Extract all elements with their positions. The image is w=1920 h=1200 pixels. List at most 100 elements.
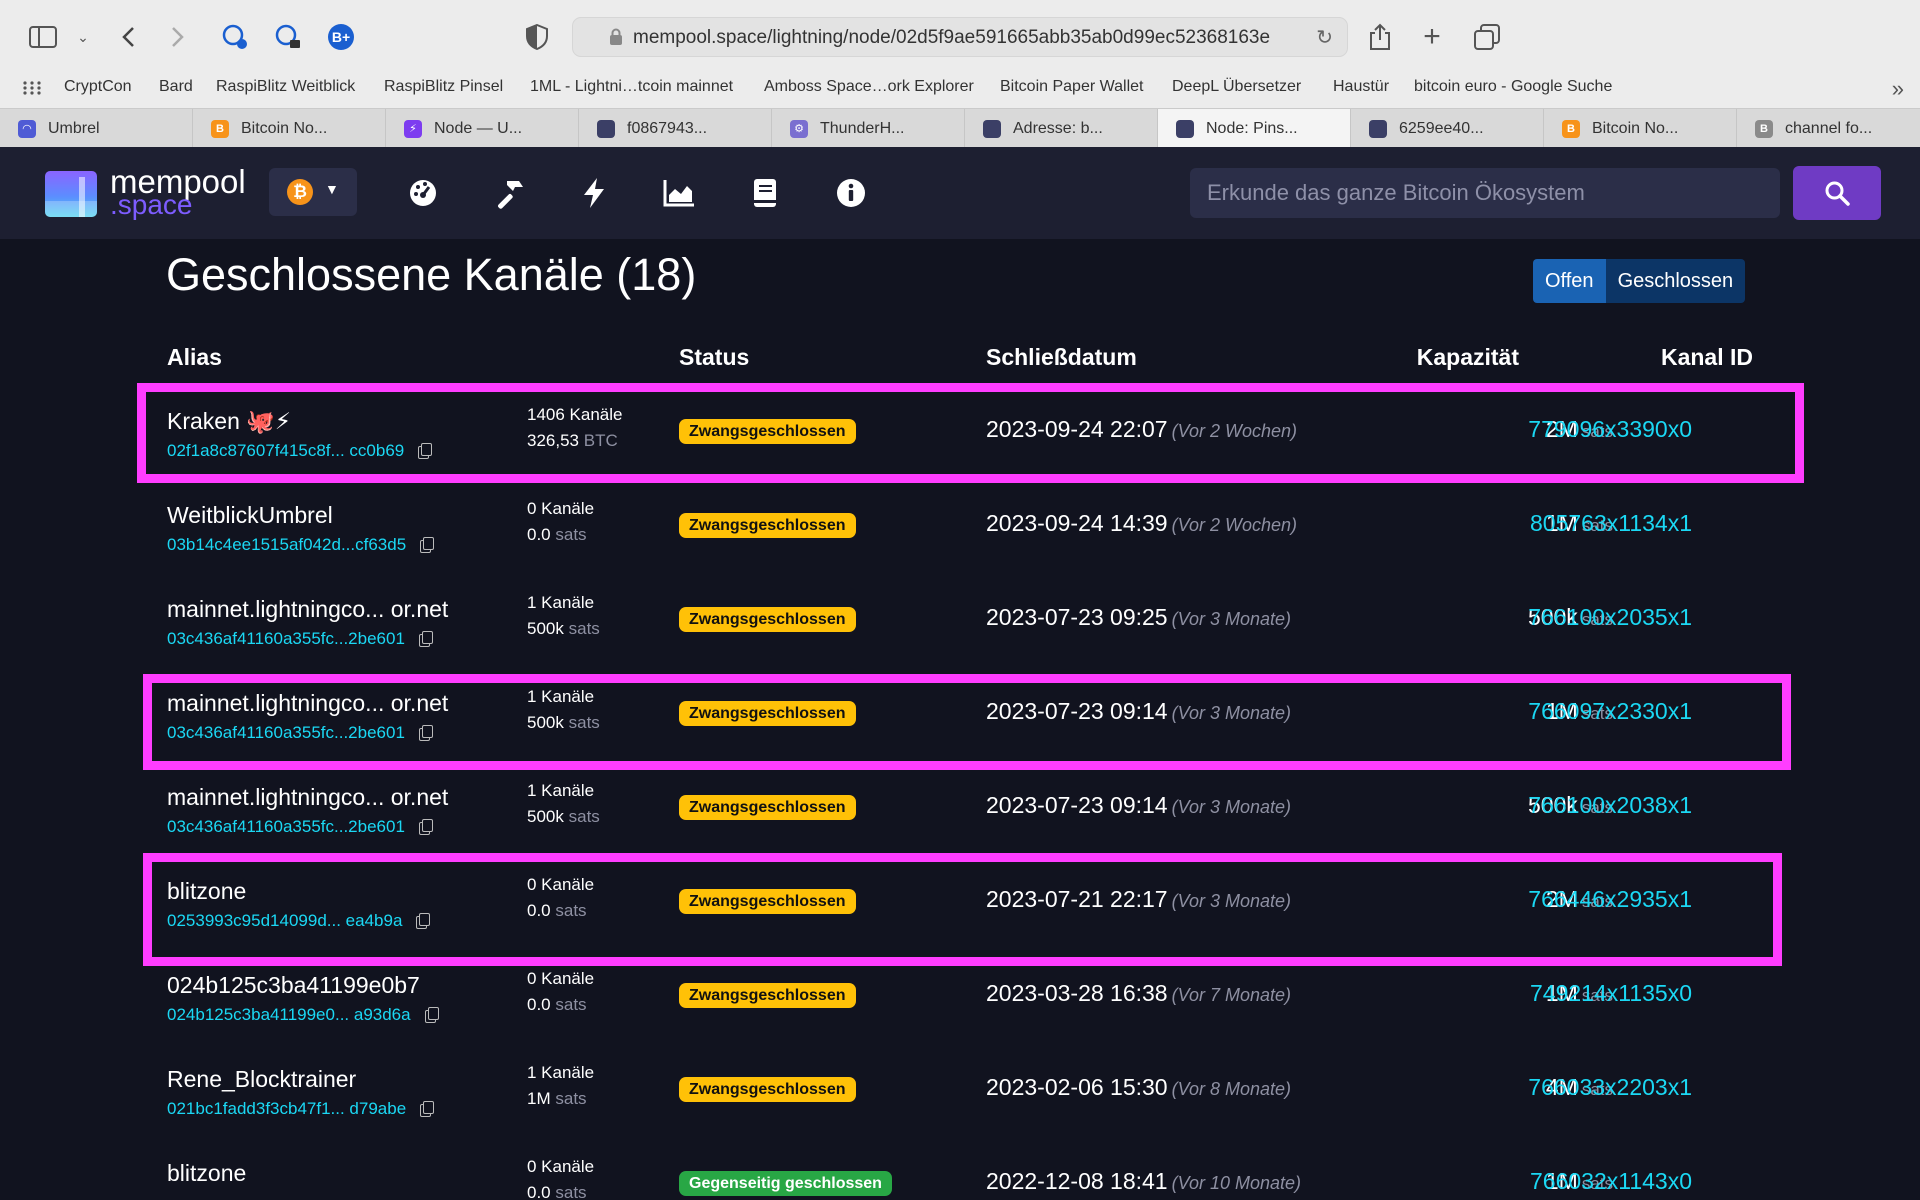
node-capacity-value: 500k <box>527 713 564 732</box>
bookmark-item[interactable]: RaspiBlitz Weitblick <box>216 78 355 96</box>
bookmark-item[interactable]: 1ML - Lightni…tcoin mainnet <box>530 78 733 96</box>
bookmark-item[interactable]: DeepL Übersetzer <box>1172 78 1301 96</box>
chevron-down-icon[interactable]: ⌄ <box>68 22 98 52</box>
browser-tab[interactable]: Adresse: b... <box>965 109 1158 148</box>
bookmark-item[interactable]: Amboss Space…ork Explorer <box>764 78 974 96</box>
node-capacity: 0.0 sats <box>527 525 587 545</box>
node-alias-link[interactable]: blitzone <box>167 878 246 905</box>
share-icon[interactable] <box>1365 22 1395 52</box>
node-pubkey-link[interactable]: 03c436af41160a355fc...2be601 <box>167 629 405 649</box>
channel-id-link[interactable]: 766097x2330x1 <box>1528 698 1692 725</box>
channel-id-link[interactable]: 766100x2038x1 <box>1528 792 1692 819</box>
copy-icon[interactable] <box>418 443 432 459</box>
bookmark-item[interactable]: RaspiBlitz Pinsel <box>384 78 503 96</box>
browser-chrome: ⌄ B+ mempool.space/lightning/node/02d5f9… <box>0 0 1920 148</box>
mempool-logo-icon[interactable] <box>45 171 97 217</box>
browser-tab[interactable]: 6259ee40... <box>1351 109 1544 148</box>
network-selector[interactable]: ₿ ▼ <box>269 168 357 216</box>
browser-tab[interactable]: ◠ Umbrel <box>0 109 193 148</box>
node-alias-link[interactable]: mainnet.lightningco... or.net <box>167 784 448 811</box>
back-arrow-icon[interactable] <box>113 22 143 52</box>
browser-tab[interactable]: f0867943... <box>579 109 772 148</box>
extension-lock-icon[interactable] <box>273 22 303 52</box>
browser-tab[interactable]: B Bitcoin No... <box>193 109 386 148</box>
shield-icon[interactable] <box>522 22 552 52</box>
browser-tab[interactable]: Node: Pins... <box>1158 109 1351 148</box>
copy-icon[interactable] <box>419 631 433 647</box>
search-icon <box>1825 181 1850 206</box>
close-date-value: 2022-12-08 18:41 <box>986 1168 1168 1194</box>
node-alias-link[interactable]: 024b125c3ba41199e0b7 <box>167 972 420 999</box>
tab-overview-icon[interactable] <box>1472 22 1502 52</box>
close-date-relative: (Vor 8 Monate) <box>1171 1079 1291 1099</box>
copy-icon[interactable] <box>425 1007 439 1023</box>
node-alias-link[interactable]: blitzone <box>167 1160 246 1187</box>
bookmark-item[interactable]: Bard <box>159 78 193 96</box>
lightning-icon[interactable] <box>576 175 612 211</box>
extension-globe-icon[interactable] <box>220 22 250 52</box>
browser-tab[interactable]: ⚙ ThunderH... <box>772 109 965 148</box>
copy-icon[interactable] <box>419 819 433 835</box>
bookmark-item[interactable]: CryptCon <box>64 78 132 96</box>
node-pubkey-link[interactable]: 0253993c95d14099d... ea4b9a <box>167 911 402 931</box>
node-pubkey-link[interactable]: 024b125c3ba41199e0... a93d6a <box>167 1005 411 1025</box>
status-badge: Zwangsgeschlossen <box>679 607 856 632</box>
browser-tab[interactable]: B Bitcoin No... <box>1544 109 1737 148</box>
browser-tab[interactable]: Bchannel fo... <box>1737 109 1920 148</box>
node-pubkey-link[interactable]: 03c436af41160a355fc...2be601 <box>167 723 405 743</box>
browser-tab[interactable]: ⚡ Node — U... <box>386 109 579 148</box>
docs-book-icon[interactable] <box>747 175 783 211</box>
copy-icon[interactable] <box>420 1101 434 1117</box>
bookmark-item[interactable]: bitcoin euro - Google Suche <box>1414 78 1612 96</box>
node-pubkey-link[interactable]: 03b14c4ee1515af042d...cf63d5 <box>167 535 406 555</box>
search-input[interactable] <box>1190 168 1780 218</box>
forward-arrow-icon[interactable] <box>163 22 193 52</box>
column-header-close-date: Schließdatum <box>986 344 1137 370</box>
node-pubkey-link[interactable]: 021bc1fadd3f3cb47f1... d79abe <box>167 1099 406 1119</box>
close-date: 2023-07-23 09:14 (Vor 3 Monate) <box>986 698 1291 725</box>
copy-icon[interactable] <box>420 537 434 553</box>
sidebar-toggle-icon[interactable] <box>28 22 58 52</box>
dashboard-icon[interactable] <box>405 175 441 211</box>
copy-icon[interactable] <box>419 725 433 741</box>
channel-id-link[interactable]: 779096x3390x0 <box>1528 416 1692 443</box>
channel-id-link[interactable]: 766032x1143x0 <box>1530 1168 1692 1195</box>
status-badge: Zwangsgeschlossen <box>679 983 856 1008</box>
node-alias-link[interactable]: Rene_Blocktrainer <box>167 1066 356 1093</box>
channel-id-link[interactable]: 766033x2203x1 <box>1528 1074 1692 1101</box>
tab-favicon-icon <box>1176 119 1194 138</box>
node-pubkey-link[interactable]: 03c436af41160a355fc...2be601 <box>167 817 405 837</box>
status-badge: Zwangsgeschlossen <box>679 419 856 444</box>
new-tab-plus-icon[interactable]: + <box>1417 20 1447 53</box>
node-alias-link[interactable]: Kraken 🐙⚡ <box>167 408 291 435</box>
closed-channels-button[interactable]: Geschlossen <box>1605 259 1746 303</box>
bookmark-item[interactable]: Bitcoin Paper Wallet <box>1000 78 1143 96</box>
search-button[interactable] <box>1793 166 1881 220</box>
node-alias-link[interactable]: WeitblickUmbrel <box>167 502 333 529</box>
node-alias-link[interactable]: mainnet.lightningco... or.net <box>167 690 448 717</box>
tab-label: ThunderH... <box>820 119 905 137</box>
mining-hammer-icon[interactable] <box>491 175 527 211</box>
channel-id-link[interactable]: 766100x2035x1 <box>1528 604 1692 631</box>
chevron-double-right-icon[interactable]: » <box>1892 76 1904 102</box>
channel-id-link[interactable]: 749214x1135x0 <box>1530 980 1692 1007</box>
bookmark-item[interactable]: Haustür <box>1333 78 1389 96</box>
copy-icon[interactable] <box>416 913 430 929</box>
status-badge: Gegenseitig geschlossen <box>679 1171 892 1196</box>
tab-favicon-icon <box>1369 119 1387 138</box>
node-capacity-unit: sats <box>568 713 600 732</box>
node-capacity-value: 500k <box>527 619 564 638</box>
open-channels-button[interactable]: Offen <box>1533 259 1606 303</box>
node-pubkey-link[interactable]: 02f1a8c87607f415c8f... cc0b69 <box>167 441 404 461</box>
grid-icon[interactable] <box>22 80 42 96</box>
close-date: 2023-03-28 16:38 (Vor 7 Monate) <box>986 980 1291 1007</box>
channel-id-link[interactable]: 805763x1134x1 <box>1530 510 1692 537</box>
about-info-icon[interactable] <box>833 175 869 211</box>
logo-text-suffix[interactable]: .space <box>110 189 193 221</box>
extension-b-plus-icon[interactable]: B+ <box>326 22 356 52</box>
reload-icon[interactable]: ↻ <box>1316 25 1333 50</box>
address-bar[interactable]: mempool.space/lightning/node/02d5f9ae591… <box>572 17 1348 57</box>
graphs-icon[interactable] <box>661 175 697 211</box>
channel-id-link[interactable]: 766446x2935x1 <box>1528 886 1692 913</box>
node-alias-link[interactable]: mainnet.lightningco... or.net <box>167 596 448 623</box>
